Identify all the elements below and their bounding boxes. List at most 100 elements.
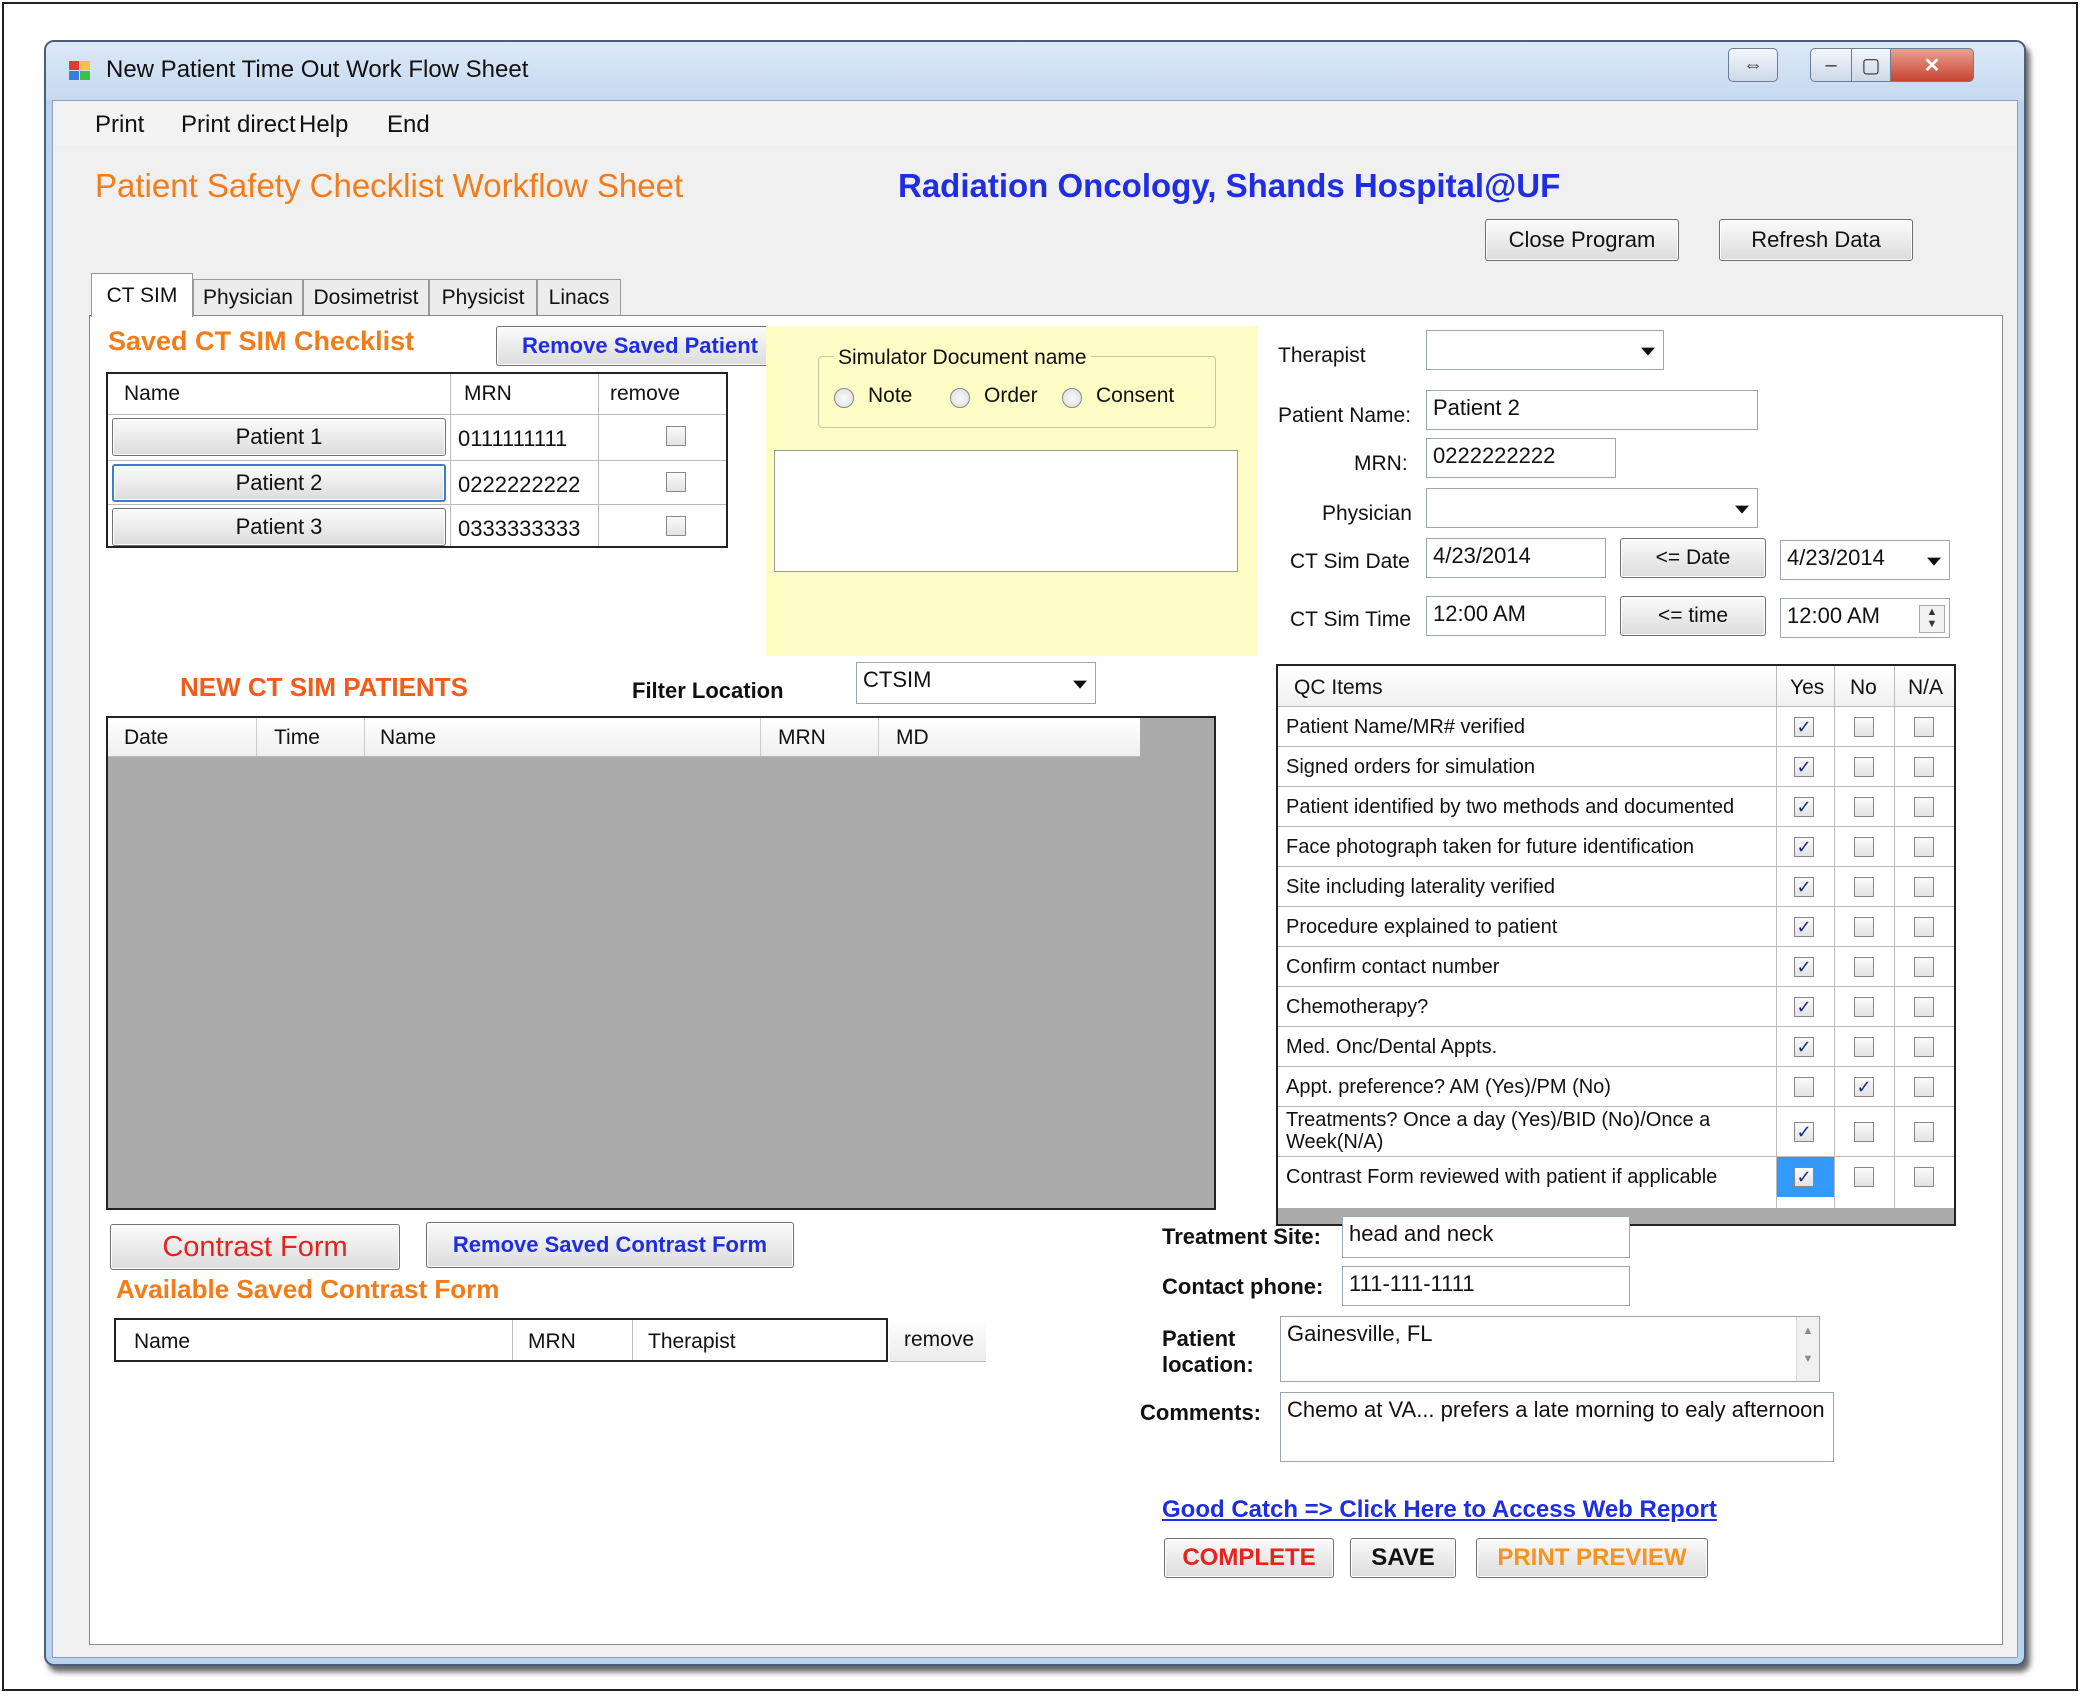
qc-no-checkbox[interactable] — [1854, 757, 1874, 777]
ct-sim-time-field[interactable]: 12:00 AM — [1426, 596, 1606, 636]
new-patients-grid[interactable]: Date Time Name MRN MD — [106, 716, 1216, 1210]
save-button[interactable]: SAVE — [1350, 1538, 1456, 1578]
saved-patients-table: Name MRN remove Patient 1 0111111111 Pat… — [106, 372, 728, 548]
simulator-doc-textbox[interactable] — [774, 450, 1238, 572]
qc-na-checkbox[interactable] — [1914, 877, 1934, 897]
patient-3-button[interactable]: Patient 3 — [112, 508, 446, 546]
tab-ct-sim[interactable]: CT SIM — [91, 273, 193, 317]
column-header-no: No — [1850, 676, 1877, 699]
remove-saved-patient-button[interactable]: Remove Saved Patient — [496, 326, 784, 366]
qc-no-checkbox[interactable] — [1854, 917, 1874, 937]
radio-order[interactable] — [950, 388, 970, 408]
good-catch-web-report-link[interactable]: Good Catch => Click Here to Access Web R… — [1162, 1496, 1717, 1524]
menu-end[interactable]: End — [387, 111, 430, 139]
app-window: New Patient Time Out Work Flow Sheet ⇔ –… — [44, 40, 2026, 1666]
maximize-button[interactable]: ▢ — [1851, 48, 1891, 82]
qc-na-checkbox[interactable] — [1914, 917, 1934, 937]
qc-yes-checkbox[interactable]: ✓ — [1794, 957, 1814, 977]
filter-location-dropdown[interactable]: CTSIM — [856, 662, 1096, 704]
patient-location-field[interactable]: Gainesville, FL ▲ ▼ — [1280, 1316, 1820, 1382]
column-header-mrn[interactable]: MRN — [778, 726, 826, 750]
qc-no-checkbox[interactable] — [1854, 997, 1874, 1017]
set-date-button[interactable]: <= Date — [1620, 538, 1766, 578]
radio-note[interactable] — [834, 388, 854, 408]
qc-no-checkbox[interactable] — [1854, 797, 1874, 817]
qc-yes-checkbox[interactable]: ✓ — [1794, 1037, 1814, 1057]
patient-1-remove-checkbox[interactable] — [666, 426, 686, 446]
qc-na-checkbox[interactable] — [1914, 837, 1934, 857]
qc-yes-checkbox[interactable] — [1794, 1077, 1814, 1097]
qc-yes-checkbox[interactable]: ✓ — [1794, 717, 1814, 737]
qc-no-checkbox[interactable] — [1854, 1122, 1874, 1142]
qc-yes-checkbox[interactable]: ✓ — [1794, 797, 1814, 817]
title-bar[interactable]: New Patient Time Out Work Flow Sheet ⇔ –… — [46, 42, 2024, 100]
qc-na-checkbox[interactable] — [1914, 757, 1934, 777]
date-picker[interactable]: 4/23/2014 — [1780, 540, 1950, 580]
refresh-data-button[interactable]: Refresh Data — [1719, 219, 1913, 261]
patient-2-button[interactable]: Patient 2 — [112, 464, 446, 502]
qc-na-checkbox[interactable] — [1914, 957, 1934, 977]
menu-print-direct[interactable]: Print direct — [181, 111, 296, 139]
qc-na-checkbox[interactable] — [1914, 1122, 1934, 1142]
tab-physician[interactable]: Physician — [193, 279, 303, 315]
qc-yes-checkbox[interactable]: ✓ — [1794, 1122, 1814, 1142]
qc-no-checkbox[interactable] — [1854, 717, 1874, 737]
patient-1-button[interactable]: Patient 1 — [112, 418, 446, 456]
print-preview-button[interactable]: PRINT PREVIEW — [1476, 1538, 1708, 1578]
physician-dropdown[interactable] — [1426, 488, 1758, 528]
qc-no-checkbox[interactable]: ✓ — [1854, 1077, 1874, 1097]
qc-na-checkbox[interactable] — [1914, 1077, 1934, 1097]
therapist-dropdown[interactable] — [1426, 330, 1664, 370]
qc-na-checkbox[interactable] — [1914, 1167, 1934, 1187]
time-picker[interactable]: 12:00 AM ▲ ▼ — [1780, 598, 1950, 638]
qc-na-checkbox[interactable] — [1914, 997, 1934, 1017]
qc-item-label: Treatments? Once a day (Yes)/BID (No)/On… — [1286, 1109, 1711, 1153]
qc-na-checkbox[interactable] — [1914, 797, 1934, 817]
tab-dosimetrist[interactable]: Dosimetrist — [303, 279, 429, 315]
qc-no-checkbox[interactable] — [1854, 1167, 1874, 1187]
scrollbar[interactable]: ▲ ▼ — [1796, 1317, 1819, 1381]
menu-help[interactable]: Help — [299, 111, 348, 139]
tab-linacs[interactable]: Linacs — [537, 279, 621, 315]
close-program-button[interactable]: Close Program — [1485, 219, 1679, 261]
remove-saved-contrast-form-button[interactable]: Remove Saved Contrast Form — [426, 1222, 794, 1268]
qc-yes-checkbox[interactable]: ✓ — [1794, 917, 1814, 937]
close-button[interactable]: ✕ — [1890, 48, 1974, 82]
menu-print[interactable]: Print — [95, 111, 144, 139]
column-header-date[interactable]: Date — [124, 726, 168, 750]
comments-field[interactable]: Chemo at VA... prefers a late morning to… — [1280, 1392, 1834, 1462]
minimize-button[interactable]: – — [1810, 48, 1852, 82]
qc-yes-checkbox[interactable]: ✓ — [1794, 1167, 1814, 1187]
radio-order-label: Order — [984, 384, 1038, 407]
patient-3-remove-checkbox[interactable] — [666, 516, 686, 536]
qc-no-checkbox[interactable] — [1854, 1037, 1874, 1057]
qc-item-label: Site including laterality verified — [1286, 876, 1556, 898]
patient-name-field[interactable]: Patient 2 — [1426, 390, 1758, 430]
patient-location-value: Gainesville, FL — [1287, 1321, 1433, 1346]
radio-consent[interactable] — [1062, 388, 1082, 408]
qc-yes-checkbox[interactable]: ✓ — [1794, 997, 1814, 1017]
column-header-name[interactable]: Name — [380, 726, 436, 750]
qc-yes-checkbox[interactable]: ✓ — [1794, 837, 1814, 857]
qc-yes-checkbox[interactable]: ✓ — [1794, 877, 1814, 897]
treatment-site-field[interactable]: head and neck — [1342, 1216, 1630, 1258]
mrn-field[interactable]: 0222222222 — [1426, 438, 1616, 478]
column-header-md[interactable]: MD — [896, 726, 929, 750]
qc-no-checkbox[interactable] — [1854, 957, 1874, 977]
tab-physicist[interactable]: Physicist — [429, 279, 537, 315]
qc-no-checkbox[interactable] — [1854, 837, 1874, 857]
ct-sim-date-field[interactable]: 4/23/2014 — [1426, 538, 1606, 578]
complete-button[interactable]: COMPLETE — [1164, 1538, 1334, 1578]
up-down-spinner-icon[interactable]: ▲ ▼ — [1919, 605, 1945, 633]
qc-yes-checkbox[interactable]: ✓ — [1794, 757, 1814, 777]
qc-na-checkbox[interactable] — [1914, 1037, 1934, 1057]
contact-phone-field[interactable]: 111-111-1111 — [1342, 1266, 1630, 1306]
column-header-time[interactable]: Time — [274, 726, 320, 750]
set-time-button[interactable]: <= time — [1620, 596, 1766, 636]
qc-no-checkbox[interactable] — [1854, 877, 1874, 897]
contrast-form-button[interactable]: Contrast Form — [110, 1224, 400, 1270]
restore-arrows-button[interactable]: ⇔ — [1728, 48, 1778, 82]
patient-1-mrn: 0111111111 — [458, 426, 568, 451]
qc-na-checkbox[interactable] — [1914, 717, 1934, 737]
patient-2-remove-checkbox[interactable] — [666, 472, 686, 492]
